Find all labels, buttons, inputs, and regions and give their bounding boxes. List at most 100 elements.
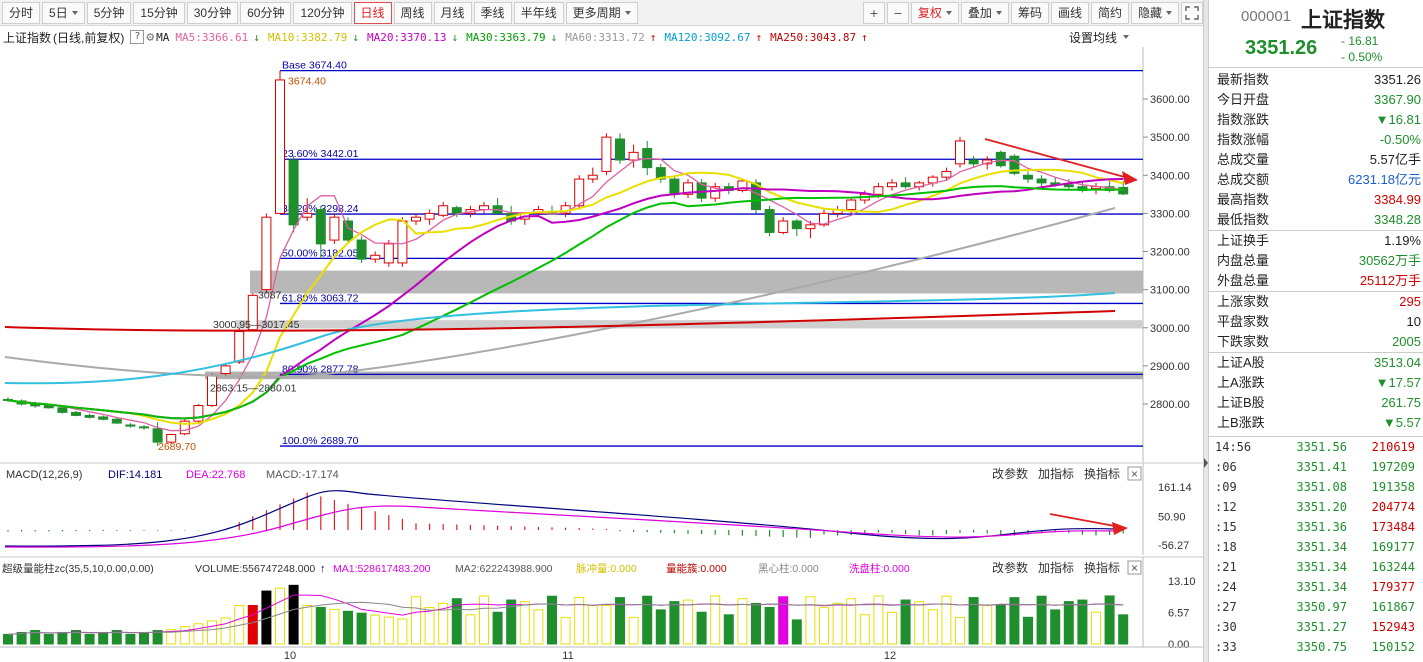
- chevron-down-icon: [624, 10, 631, 15]
- tick-volume: 210619: [1371, 440, 1415, 454]
- quote-value: 3348.28: [1374, 212, 1421, 227]
- period-button-7[interactable]: 日线: [353, 1, 392, 24]
- tool-button-2[interactable]: 筹码: [1010, 1, 1049, 24]
- volume-bar: [1036, 595, 1047, 645]
- tick-time: :15: [1215, 520, 1237, 534]
- volume-bar: [370, 614, 381, 645]
- ma-value-4: MA60:3313.72 ↑: [565, 31, 658, 44]
- period-label: 120分钟: [300, 5, 345, 20]
- period-button-10[interactable]: 季线: [473, 1, 512, 24]
- zoom-in-button[interactable]: +: [862, 1, 885, 24]
- period-button-11[interactable]: 半年线: [513, 1, 564, 24]
- period-toolbar: 分时 5日 5分钟 15分钟 30分钟 60分钟 120分钟 日线 周线 月线 季线 半年线 更多周期 …: [0, 0, 1203, 26]
- period-button-6[interactable]: 120分钟: [293, 1, 352, 24]
- quote-value: -0.50%: [1379, 132, 1421, 147]
- volume-bar: [819, 607, 829, 645]
- tick-row: :09 3351.08 191358: [1209, 477, 1423, 497]
- period-label: 季线: [480, 5, 505, 20]
- quote-row: 上证B股 261.75: [1209, 393, 1423, 413]
- candle-up: [601, 136, 612, 172]
- quote-row: 指数涨幅 -0.50%: [1209, 130, 1423, 150]
- tick-volume: 169177: [1371, 540, 1415, 554]
- period-button-3[interactable]: 15分钟: [133, 1, 185, 24]
- period-button-8[interactable]: 周线: [393, 1, 432, 24]
- fib-label: 80.90% 2877.78: [282, 363, 359, 375]
- macd-title: MACD(12,26,9): [6, 469, 82, 481]
- help-icon[interactable]: ?: [130, 30, 145, 44]
- volume-bar: [1091, 611, 1101, 645]
- trend-arrow-icon: ↓: [253, 30, 260, 44]
- tick-price: 3351.56: [1296, 440, 1347, 454]
- quote-value: 25112万手: [1359, 273, 1421, 288]
- volume-bar: [655, 609, 666, 645]
- tool-button-3[interactable]: 画线: [1050, 1, 1089, 24]
- volume-bar: [84, 633, 95, 645]
- tick-volume: 163244: [1371, 560, 1415, 574]
- tool-button-1[interactable]: 叠加: [960, 1, 1009, 24]
- tool-button-5[interactable]: 隐藏: [1130, 1, 1179, 24]
- period-button-12[interactable]: 更多周期: [565, 1, 638, 24]
- volume-bar: [683, 599, 693, 645]
- quote-label: 总成交额: [1217, 172, 1270, 187]
- tick-time: :33: [1215, 640, 1237, 654]
- volume-button-0[interactable]: 改参数: [992, 560, 1028, 575]
- period-button-5[interactable]: 60分钟: [240, 1, 292, 24]
- volume-bar: [873, 595, 884, 645]
- tick-list[interactable]: 14:56 3351.56 210619:06 3351.41 197209:09 335…: [1209, 436, 1423, 662]
- period-button-0[interactable]: 分时: [2, 1, 41, 24]
- quote-value: 3513.04: [1374, 355, 1421, 370]
- volume-bar: [43, 633, 54, 645]
- volume-header: 超级量能柱zc(35,5,10,0.00,0.00) VOLUME:5567472…: [2, 562, 910, 575]
- quote-group-main: 最新指数 3351.26 今日开盘 3367.90 指数涨跌 ▼16.81 指数涨幅 -0.5…: [1209, 68, 1423, 230]
- tick-price: 3351.34: [1296, 580, 1347, 594]
- kline-chart[interactable]: 3600.00 3500.00 3400.00 3300.00 3200.00 3100.…: [0, 47, 1203, 662]
- macd-button-0[interactable]: 改参数: [992, 466, 1028, 481]
- tool-button-4[interactable]: 简约: [1090, 1, 1129, 24]
- quote-row: 最高指数 3384.99: [1209, 190, 1423, 210]
- volume-bar: [411, 596, 421, 645]
- ma-text: MA20:3370.13: [367, 30, 447, 44]
- candle-down: [995, 151, 1006, 167]
- candle-up: [846, 199, 857, 211]
- tool-button-0[interactable]: 复权: [910, 1, 959, 24]
- volume-bar: [1118, 614, 1129, 645]
- fullscreen-icon[interactable]: [1181, 1, 1203, 24]
- tick-time: :21: [1215, 560, 1237, 574]
- macd-close-button[interactable]: ×: [1127, 466, 1142, 481]
- gear-icon[interactable]: ⚙: [146, 30, 154, 45]
- volume-button-1[interactable]: 加指标: [1038, 560, 1074, 575]
- period-button-1[interactable]: 5日: [42, 1, 85, 24]
- price-tick-label: 3200.00: [1150, 247, 1190, 259]
- volume-bar: [887, 611, 897, 645]
- x-axis-label: 10: [284, 650, 296, 662]
- gap-annotation: 3087.: [258, 290, 284, 302]
- volume-black: 黑心柱:0.000: [758, 562, 819, 575]
- volume-button-2[interactable]: 换指标: [1084, 560, 1120, 575]
- candle-up: [329, 216, 340, 241]
- zoom-out-button[interactable]: −: [886, 1, 909, 24]
- candle-down: [139, 426, 149, 429]
- volume-close-button[interactable]: ×: [1127, 560, 1142, 575]
- tick-volume: 150152: [1371, 640, 1415, 654]
- change-value: - 16.81: [1341, 34, 1379, 48]
- chevron-down-icon: [995, 10, 1002, 15]
- trend-arrow-icon: ↓: [352, 30, 360, 44]
- period-button-4[interactable]: 30分钟: [186, 1, 239, 24]
- period-label: 5日: [49, 5, 68, 20]
- period-button-9[interactable]: 月线: [433, 1, 472, 24]
- period-button-2[interactable]: 5分钟: [86, 1, 132, 24]
- tick-time: :18: [1215, 540, 1237, 554]
- tick-time: :27: [1215, 600, 1237, 614]
- quote-label: 上证A股: [1217, 355, 1265, 370]
- x-axis-label: 12: [884, 650, 896, 662]
- tool-label: 筹码: [1017, 5, 1042, 20]
- volume-bar: [723, 614, 734, 645]
- ma-settings-button[interactable]: 设置均线: [1069, 29, 1131, 46]
- candle-up: [261, 216, 272, 291]
- ma-text: MA30:3363.79: [466, 30, 546, 44]
- macd-dea: DEA:22.768: [186, 469, 245, 481]
- quote-row: 上A涨跌 ▼17.57: [1209, 373, 1423, 393]
- candle-up: [805, 224, 816, 230]
- macd-button-1[interactable]: 加指标: [1038, 466, 1074, 481]
- macd-button-2[interactable]: 换指标: [1084, 466, 1120, 481]
